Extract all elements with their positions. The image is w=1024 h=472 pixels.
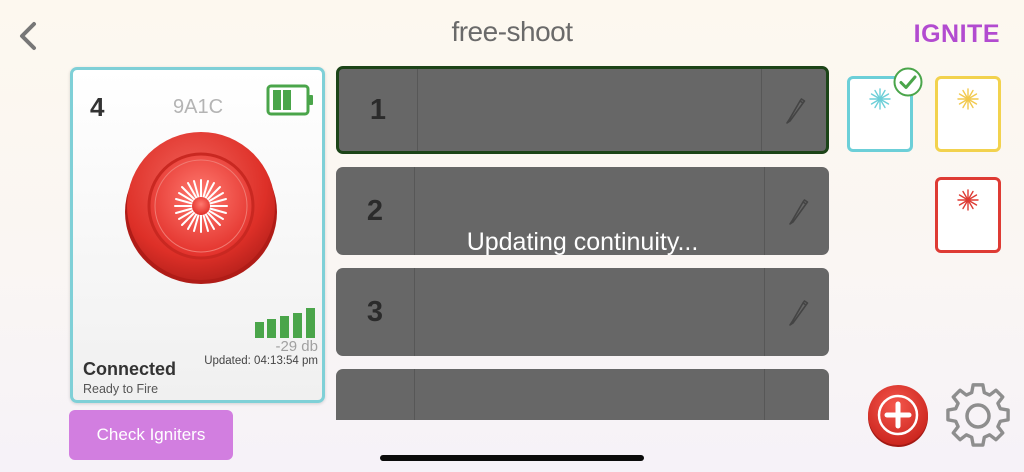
- updated-time: Updated: 04:13:54 pm: [204, 355, 318, 367]
- check-igniters-button[interactable]: Check Igniters: [69, 410, 233, 460]
- pencil-icon[interactable]: [784, 96, 806, 124]
- cue-row[interactable]: 3: [336, 268, 829, 356]
- ignite-logo: IGNITE: [913, 20, 1000, 48]
- cue-divider: [414, 268, 415, 356]
- cue-row[interactable]: 4: [336, 369, 829, 420]
- pencil-icon[interactable]: [787, 197, 809, 225]
- cue-divider: [417, 69, 418, 151]
- module-tile-red[interactable]: [935, 177, 1001, 253]
- ready-status: Ready to Fire: [83, 382, 159, 396]
- cue-number: 4: [336, 369, 414, 421]
- cue-number: 3: [366, 295, 384, 328]
- add-module-button[interactable]: [866, 384, 930, 448]
- signal-db: -29 db: [275, 338, 318, 355]
- cue-divider: [764, 369, 765, 420]
- gear-icon[interactable]: [946, 383, 1012, 449]
- module-card[interactable]: 4 9A1C -29 db Updated: 04:13:54 pm Conne…: [70, 67, 325, 403]
- cue-divider: [761, 69, 762, 151]
- check-icon: [893, 67, 923, 97]
- pencil-icon[interactable]: [787, 298, 809, 326]
- module-number: 4: [90, 92, 105, 122]
- module-tile-yellow[interactable]: [935, 76, 1001, 152]
- fire-button[interactable]: [123, 130, 279, 286]
- connection-status: Connected: [83, 359, 177, 379]
- cue-number: 1: [369, 93, 387, 126]
- firework-icon: [957, 189, 979, 211]
- cue-divider: [414, 369, 415, 420]
- firework-icon: [957, 88, 979, 110]
- home-indicator: [380, 455, 644, 461]
- page-title: free-shoot: [451, 16, 573, 47]
- cue-row[interactable]: 1: [336, 66, 829, 154]
- battery-icon: [266, 84, 313, 116]
- updating-message: Updating continuity...: [466, 228, 699, 256]
- firework-icon: [869, 88, 891, 110]
- module-id: 9A1C: [173, 96, 224, 118]
- cue-divider: [764, 268, 765, 356]
- signal-strength-icon: [255, 308, 315, 338]
